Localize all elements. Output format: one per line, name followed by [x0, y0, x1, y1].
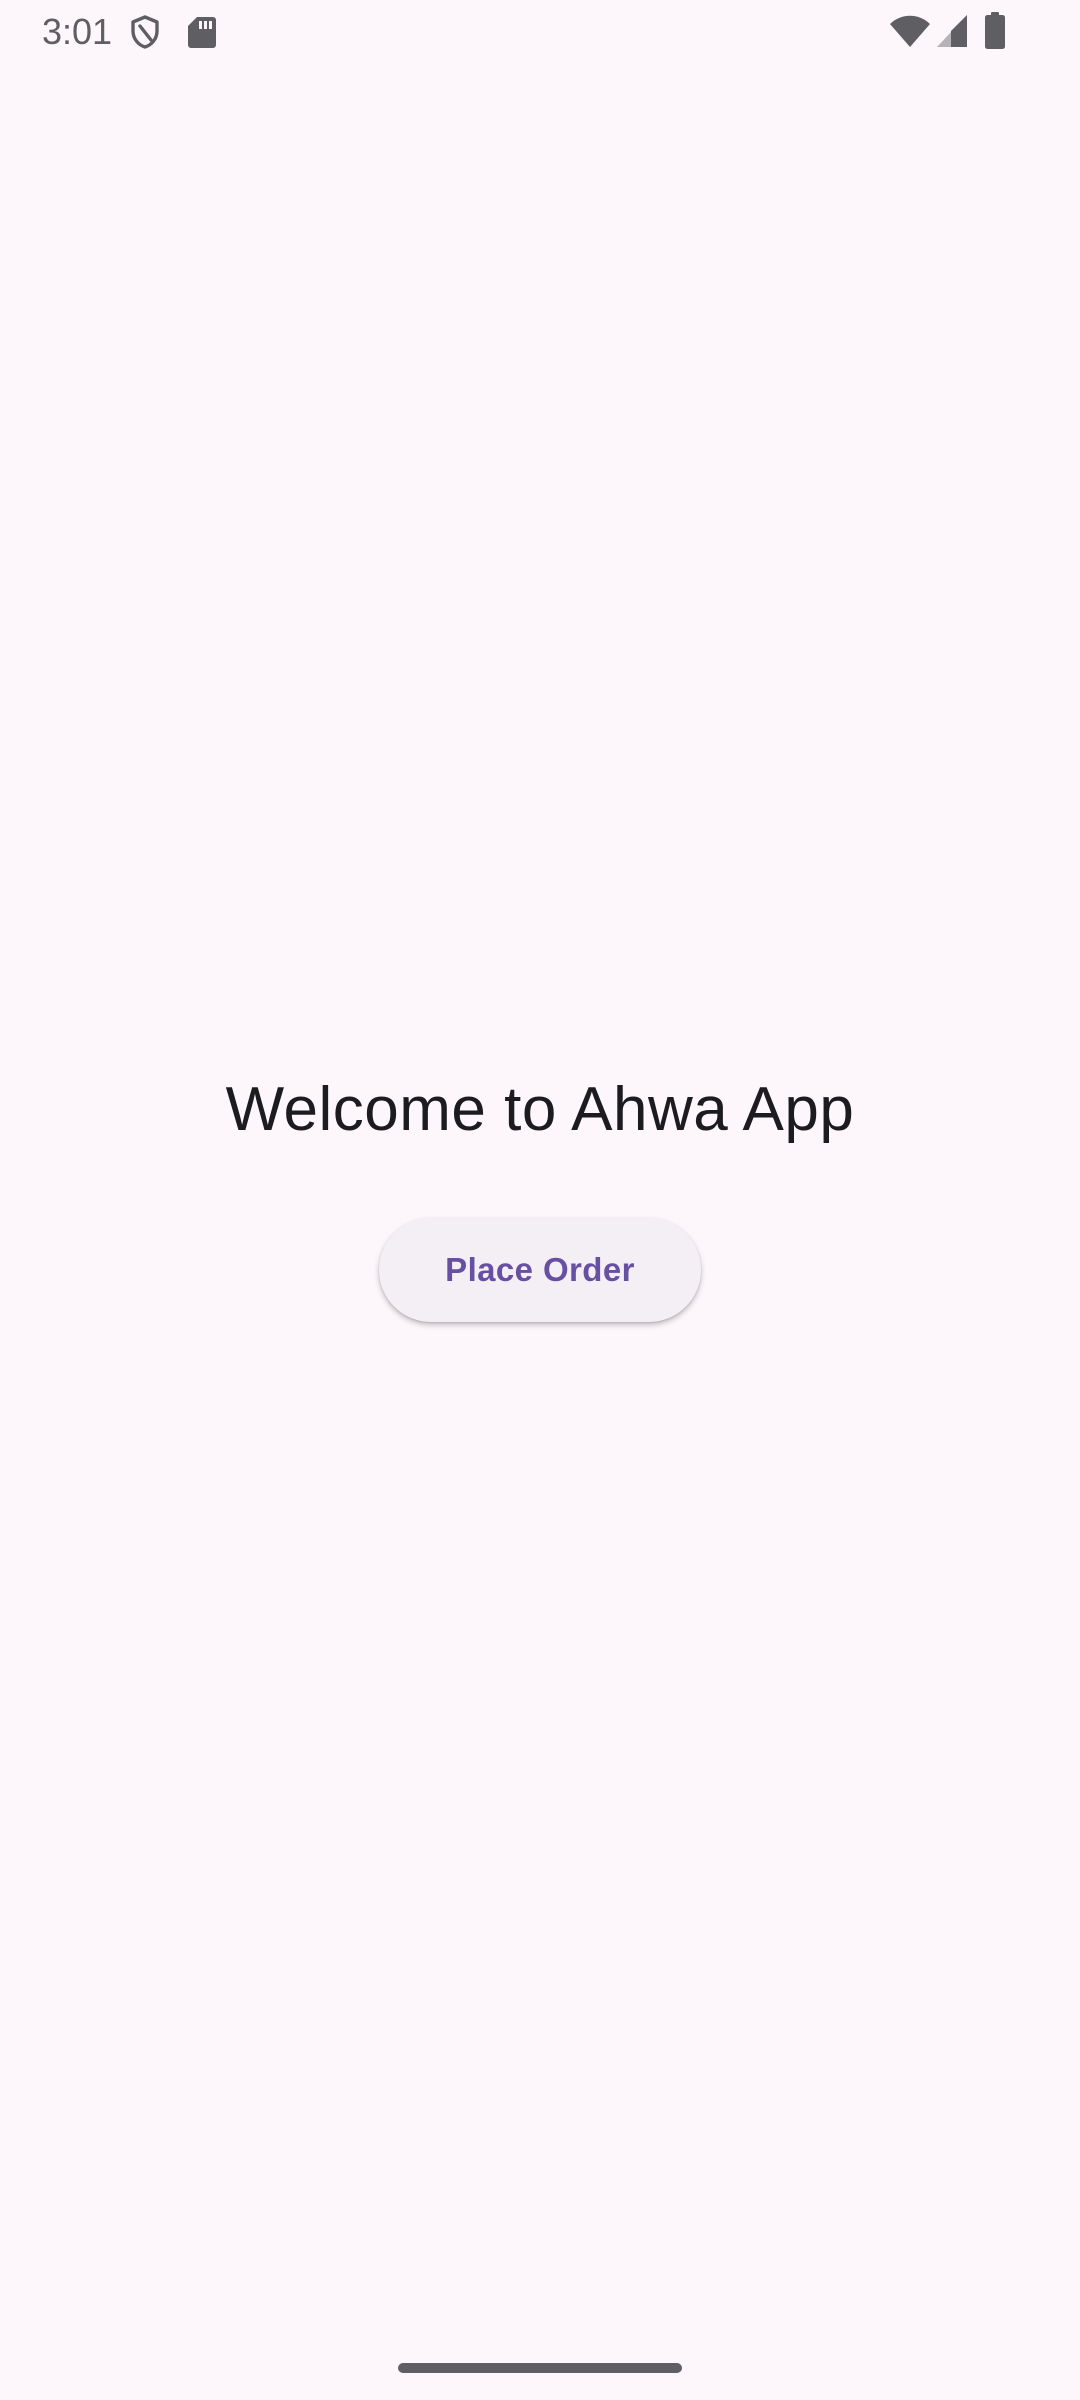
home-indicator[interactable]: [398, 2363, 682, 2373]
status-time: 3:01: [42, 11, 113, 52]
battery-icon: [985, 12, 1005, 49]
signal-icon: [937, 15, 967, 47]
sd-card-icon: [188, 17, 216, 48]
shield-icon: [131, 15, 159, 49]
welcome-title: Welcome to Ahwa App: [225, 1075, 855, 1144]
wifi-icon: [890, 15, 930, 47]
status-bar: 3:01: [0, 0, 1080, 64]
place-order-button[interactable]: Place Order: [379, 1218, 701, 1322]
app-screen: 3:01 Welcome to Ahwa App Place Order: [0, 0, 1080, 2400]
